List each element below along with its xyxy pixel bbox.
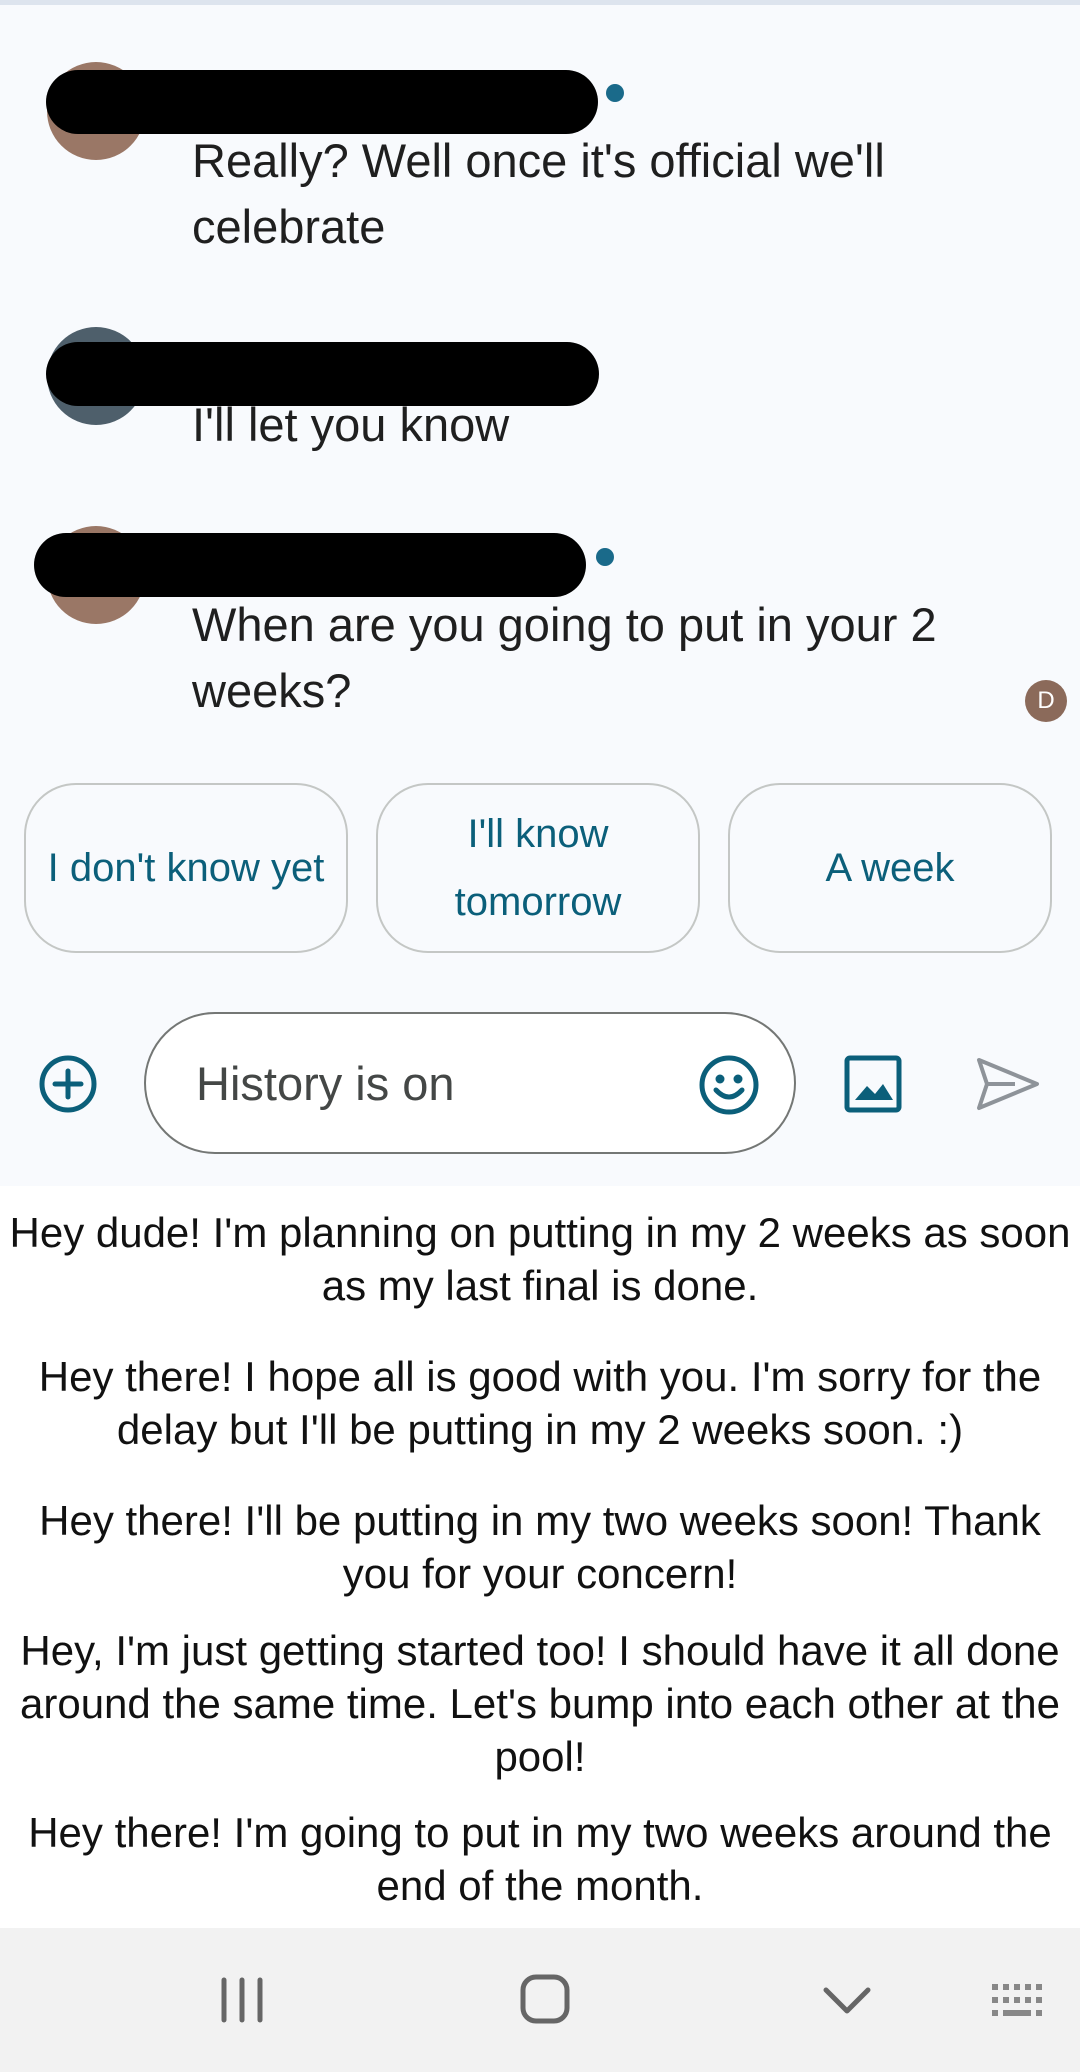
add-circle-icon[interactable] <box>38 1054 98 1114</box>
suggestion-item[interactable]: Hey there! I'll be putting in my two wee… <box>0 1494 1080 1600</box>
suggestion-item[interactable]: Hey there! I'm going to put in my two we… <box>0 1806 1080 1912</box>
smart-reply-chip[interactable]: A week <box>728 783 1052 953</box>
back-icon[interactable] <box>822 1986 872 2021</box>
keyboard-icon[interactable] <box>990 1982 1050 2027</box>
image-icon[interactable] <box>843 1054 903 1114</box>
home-icon[interactable] <box>520 1974 570 2029</box>
suggestion-item[interactable]: Hey, I'm just getting started too! I sho… <box>0 1624 1080 1783</box>
message-text: When are you going to put in your 2 week… <box>192 598 937 717</box>
top-divider <box>0 0 1080 5</box>
recents-icon[interactable] <box>218 1976 266 2029</box>
send-icon[interactable] <box>975 1056 1041 1112</box>
message-input[interactable]: History is on <box>144 1012 796 1154</box>
suggestion-item[interactable]: Hey dude! I'm planning on putting in my … <box>0 1206 1080 1312</box>
redacted-sender-name <box>34 533 586 597</box>
suggestion-item[interactable]: Hey there! I hope all is good with you. … <box>0 1350 1080 1456</box>
chat-area: Really? Well once it's official we'll ce… <box>0 0 1080 1186</box>
emoji-icon[interactable] <box>698 1054 760 1116</box>
unread-dot <box>606 84 624 102</box>
message-text: I'll let you know <box>192 398 510 451</box>
redacted-sender-name <box>46 70 598 134</box>
message-input-placeholder: History is on <box>196 1057 455 1110</box>
smart-reply-label: I don't know yet <box>47 846 325 890</box>
navigation-bar <box>0 1928 1080 2072</box>
unread-dot <box>596 548 614 566</box>
read-receipt-avatar: D <box>1025 680 1067 722</box>
message-text: Really? Well once it's official we'll ce… <box>192 134 885 253</box>
smart-reply-chip[interactable]: I don't know yet <box>24 783 348 953</box>
smart-reply-chip[interactable]: I'll know tomorrow <box>376 783 700 953</box>
smart-reply-label: A week <box>825 846 955 890</box>
smart-reply-label: I'll know tomorrow <box>454 812 622 924</box>
